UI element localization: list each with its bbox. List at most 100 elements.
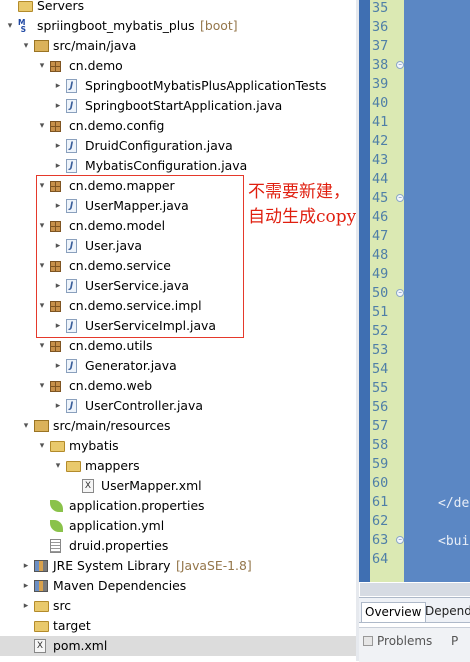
line-number: 59 [372, 456, 389, 472]
tree-item[interactable]: ▸ J Generator.java [0, 356, 356, 376]
expanded-twisty-icon[interactable]: ▾ [36, 336, 48, 356]
editor-ruler [359, 0, 370, 582]
tree-item[interactable]: X UserMapper.xml [0, 476, 356, 496]
fold-toggle-icon[interactable]: − [396, 194, 404, 202]
tree-item[interactable]: Xpom.xml [0, 636, 356, 656]
collapsed-twisty-icon[interactable]: ▸ [20, 576, 32, 596]
expanded-twisty-icon[interactable]: ▾ [52, 456, 64, 476]
tree-item-label: Generator.java [85, 358, 177, 373]
no-twisty [36, 516, 48, 536]
line-number: 61 [372, 494, 389, 510]
collapsed-twisty-icon[interactable]: ▸ [52, 156, 64, 176]
tree-item[interactable]: ▾ mybatis [0, 436, 356, 456]
line-number-gutter: 35 36 37 38−39 40 41 42 43 44 45−46 47 48 49 50−51 52 5… [370, 0, 404, 582]
fold-toggle-icon[interactable]: − [396, 536, 404, 544]
tree-item[interactable]: target [0, 616, 356, 636]
tree-item[interactable]: ▾ cn.demo.web [0, 376, 356, 396]
expanded-twisty-icon[interactable]: ▾ [4, 16, 16, 36]
tree-item-label: cn.demo.web [69, 378, 153, 393]
line-number: 43 [372, 152, 389, 168]
tab-problems[interactable]: Problems [377, 634, 432, 648]
line-number: 51 [372, 304, 389, 320]
line-number: 53 [372, 342, 389, 358]
tree-item-label: UserMapper.xml [101, 478, 202, 493]
collapsed-twisty-icon[interactable]: ▸ [52, 136, 64, 156]
line-number: 46 [372, 209, 389, 225]
tree-item-label: SpringbootStartApplication.java [85, 98, 283, 113]
line-number: 58 [372, 437, 389, 453]
library-icon [34, 580, 48, 592]
tree-item-label: spriingboot_mybatis_plus [37, 18, 195, 33]
line-number: 60 [372, 475, 389, 491]
tree-item-decoration: [JavaSE-1.8] [176, 558, 252, 573]
tree-item-label: DruidConfiguration.java [85, 138, 233, 153]
tree-item[interactable]: ▸ Maven Dependencies [0, 576, 356, 596]
code-editor[interactable]: 35 36 37 38−39 40 41 42 43 44 45−46 47 48 49 50−51 52 5… [359, 0, 470, 582]
tree-item-label: Servers [37, 0, 85, 13]
tree-item[interactable]: ▾ cn.demo.utils [0, 336, 356, 356]
tree-item[interactable]: ▾ src/main/java [0, 36, 356, 56]
tree-item[interactable]: ▸ J DruidConfiguration.java [0, 136, 356, 156]
tree-item-label: cn.demo.config [69, 118, 165, 133]
tree-item-label: pom.xml [53, 638, 108, 653]
line-number: 42 [372, 133, 389, 149]
tree-item[interactable]: Servers [0, 0, 356, 16]
code-line-61[interactable]: </de [438, 494, 469, 513]
tree-item-label: mappers [85, 458, 140, 473]
library-icon [34, 560, 48, 572]
collapsed-twisty-icon[interactable]: ▸ [52, 96, 64, 116]
package-icon [50, 121, 61, 132]
line-number: 40 [372, 95, 389, 111]
tree-item[interactable]: ▸ JRE System Library [JavaSE-1.8] [0, 556, 356, 576]
expanded-twisty-icon[interactable]: ▾ [36, 376, 48, 396]
tree-item-label: application.properties [69, 498, 205, 513]
line-number: 45− [370, 189, 404, 208]
line-number: 41 [372, 114, 389, 130]
editor-horizontal-scrollbar[interactable] [360, 583, 470, 596]
folder-icon [66, 461, 81, 472]
collapsed-twisty-icon[interactable]: ▸ [52, 396, 64, 416]
tab-dependencies[interactable]: Depend [422, 602, 470, 622]
tree-item[interactable]: ▸ J MybatisConfiguration.java [0, 156, 356, 176]
fold-toggle-icon[interactable]: − [396, 289, 404, 297]
tree-item-label: SpringbootMybatisPlusApplicationTests [85, 78, 327, 93]
tree-item[interactable]: ▸ J SpringbootMybatisPlusApplicationTests [0, 76, 356, 96]
tab-next-view[interactable]: P [451, 634, 458, 648]
src-icon [34, 420, 49, 432]
expanded-twisty-icon[interactable]: ▾ [20, 36, 32, 56]
line-number: 62 [372, 513, 389, 529]
tree-item-label: target [53, 618, 91, 633]
tab-overview[interactable]: Overview [361, 602, 426, 622]
line-number: 48 [372, 247, 389, 263]
expanded-twisty-icon[interactable]: ▾ [20, 416, 32, 436]
collapsed-twisty-icon[interactable]: ▸ [52, 356, 64, 376]
line-number: 52 [372, 323, 389, 339]
tree-item[interactable]: ▾ src/main/resources [0, 416, 356, 436]
collapsed-twisty-icon[interactable]: ▸ [52, 76, 64, 96]
expanded-twisty-icon[interactable]: ▾ [36, 56, 48, 76]
collapsed-twisty-icon[interactable]: ▸ [20, 556, 32, 576]
expanded-twisty-icon[interactable]: ▾ [36, 436, 48, 456]
line-number: 64 [372, 551, 389, 567]
no-twisty [20, 616, 32, 636]
tree-item[interactable]: application.yml [0, 516, 356, 536]
tree-item-label: cn.demo [69, 58, 123, 73]
expanded-twisty-icon[interactable]: ▾ [36, 116, 48, 136]
tree-item[interactable]: ▾ M S spriingboot_mybatis_plus [boot] [0, 16, 356, 36]
tree-item[interactable]: ▾ cn.demo [0, 56, 356, 76]
code-line-63[interactable]: <bui [438, 532, 469, 551]
folder-icon [50, 441, 65, 452]
tree-item[interactable]: ▾ cn.demo.config [0, 116, 356, 136]
problems-icon [363, 636, 373, 646]
tree-item[interactable]: ▾ mappers [0, 456, 356, 476]
tree-item[interactable]: ▸ src [0, 596, 356, 616]
collapsed-twisty-icon[interactable]: ▸ [20, 596, 32, 616]
fold-toggle-icon[interactable]: − [396, 61, 404, 69]
tree-item[interactable]: application.properties [0, 496, 356, 516]
tree-item[interactable]: ▸ J UserController.java [0, 396, 356, 416]
tree-item-label: cn.demo.utils [69, 338, 153, 353]
tree-item[interactable]: druid.properties [0, 536, 356, 556]
folder-icon [18, 1, 33, 12]
java-icon: J [66, 79, 77, 93]
tree-item[interactable]: ▸ J SpringbootStartApplication.java [0, 96, 356, 116]
